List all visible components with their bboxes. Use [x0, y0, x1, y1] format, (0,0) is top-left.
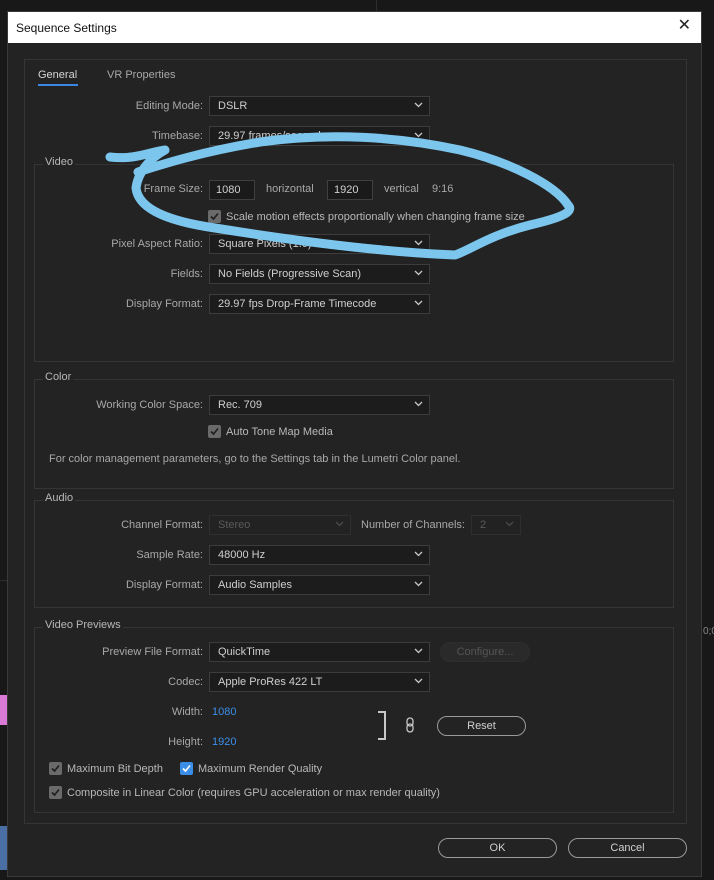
timebase-label: Timebase:: [152, 130, 203, 142]
ok-button[interactable]: OK: [438, 838, 557, 858]
number-of-channels-value: 2: [480, 519, 487, 531]
working-color-space-label: Working Color Space:: [96, 399, 203, 411]
title-bar: Sequence Settings ✕: [8, 12, 701, 43]
frame-width-value: 1080: [216, 184, 241, 196]
chevron-down-icon: [414, 549, 423, 558]
scale-motion-checkbox[interactable]: [208, 210, 221, 223]
timeline-clip: [0, 826, 7, 870]
preview-file-format-value: QuickTime: [218, 646, 271, 658]
sequence-settings-dialog: Sequence Settings ✕ General VR Propertie…: [7, 11, 702, 877]
reset-button[interactable]: Reset: [437, 716, 526, 736]
timeline-clip: [0, 695, 7, 725]
composite-linear-checkbox[interactable]: [49, 786, 62, 799]
audio-group-title: Audio: [43, 492, 76, 504]
audio-display-format-dropdown[interactable]: Audio Samples: [209, 575, 430, 595]
pixel-aspect-ratio-value: Square Pixels (1.0): [218, 238, 312, 250]
cancel-button[interactable]: Cancel: [568, 838, 687, 858]
chevron-down-icon: [414, 130, 423, 139]
max-bit-depth-checkbox[interactable]: [49, 762, 62, 775]
sample-rate-value: 48000 Hz: [218, 549, 266, 561]
link-icon[interactable]: [405, 717, 415, 736]
backdrop-divider: [0, 580, 7, 581]
auto-tone-map-label[interactable]: Auto Tone Map Media: [226, 426, 333, 438]
video-group: Video Frame Size: 1080 horizontal 1920 v…: [34, 156, 674, 362]
fields-label: Fields:: [170, 268, 203, 280]
timebase-value: 29.97 frames/second: [218, 130, 321, 142]
max-render-quality-label[interactable]: Maximum Render Quality: [198, 763, 322, 775]
color-group: Color Working Color Space: Rec. 709 Auto…: [34, 371, 674, 489]
chevron-down-icon: [335, 519, 344, 528]
chevron-down-icon: [414, 238, 423, 247]
audio-group: Audio Channel Format: Stereo Number of C…: [34, 492, 674, 608]
frame-size-label: Frame Size:: [143, 183, 203, 195]
chevron-down-icon: [414, 100, 423, 109]
channel-format-label: Channel Format:: [121, 519, 203, 531]
fields-dropdown[interactable]: No Fields (Progressive Scan): [209, 264, 430, 284]
video-group-title: Video: [43, 156, 75, 168]
sample-rate-label: Sample Rate:: [136, 549, 203, 561]
chevron-down-icon: [414, 676, 423, 685]
audio-display-format-value: Audio Samples: [218, 579, 292, 591]
working-color-space-dropdown[interactable]: Rec. 709: [209, 395, 430, 415]
color-management-note: For color management parameters, go to t…: [49, 453, 461, 465]
number-of-channels-label: Number of Channels:: [361, 519, 465, 531]
preview-width-value[interactable]: 1080: [212, 706, 236, 718]
fields-value: No Fields (Progressive Scan): [218, 268, 362, 280]
backdrop-divider: [376, 0, 377, 11]
video-previews-group: Video Previews Preview File Format: Quic…: [34, 619, 674, 813]
video-display-format-value: 29.97 fps Drop-Frame Timecode: [218, 298, 377, 310]
chevron-down-icon: [414, 298, 423, 307]
link-bracket: [378, 711, 386, 740]
editing-mode-value: DSLR: [218, 100, 248, 112]
editing-mode-label: Editing Mode:: [135, 100, 203, 112]
timebase-dropdown[interactable]: 29.97 frames/second: [209, 126, 430, 146]
channel-format-dropdown[interactable]: Stereo: [209, 515, 351, 535]
preview-height-label: Height:: [168, 736, 203, 748]
horizontal-label: horizontal: [266, 183, 314, 195]
codec-dropdown[interactable]: Apple ProRes 422 LT: [209, 672, 430, 692]
backdrop-timecode: 0;0: [703, 626, 714, 637]
chevron-down-icon: [414, 268, 423, 277]
color-group-title: Color: [43, 371, 74, 383]
max-render-quality-checkbox[interactable]: [180, 762, 193, 775]
active-tab-indicator: [38, 84, 78, 86]
chevron-down-icon: [414, 399, 423, 408]
preview-file-format-dropdown[interactable]: QuickTime: [209, 642, 430, 662]
composite-linear-label[interactable]: Composite in Linear Color (requires GPU …: [67, 787, 440, 799]
scale-motion-label[interactable]: Scale motion effects proportionally when…: [226, 211, 525, 223]
pixel-aspect-ratio-dropdown[interactable]: Square Pixels (1.0): [209, 234, 430, 254]
editing-mode-dropdown[interactable]: DSLR: [209, 96, 430, 116]
frame-height-value: 1920: [334, 184, 359, 196]
number-of-channels-dropdown[interactable]: 2: [471, 515, 521, 535]
frame-width-input[interactable]: 1080: [209, 180, 255, 200]
tab-vr-properties[interactable]: VR Properties: [107, 69, 175, 81]
frame-height-input[interactable]: 1920: [327, 180, 373, 200]
preview-width-label: Width:: [171, 706, 203, 718]
max-bit-depth-label[interactable]: Maximum Bit Depth: [67, 763, 163, 775]
tab-general[interactable]: General: [38, 69, 77, 81]
video-previews-group-title: Video Previews: [43, 619, 123, 631]
sample-rate-dropdown[interactable]: 48000 Hz: [209, 545, 430, 565]
codec-label: Codec:: [168, 676, 203, 688]
video-display-format-label: Display Format:: [125, 298, 203, 310]
audio-display-format-label: Display Format:: [125, 579, 203, 591]
vertical-label: vertical: [384, 183, 419, 195]
working-color-space-value: Rec. 709: [218, 399, 263, 411]
settings-panel: General VR Properties Editing Mode: DSLR…: [24, 59, 687, 824]
preview-height-value[interactable]: 1920: [212, 736, 236, 748]
pixel-aspect-ratio-label: Pixel Aspect Ratio:: [111, 238, 203, 250]
channel-format-value: Stereo: [218, 519, 251, 531]
configure-button[interactable]: Configure...: [440, 642, 530, 662]
dialog-title: Sequence Settings: [16, 21, 117, 35]
chevron-down-icon: [414, 646, 423, 655]
aspect-ratio-readout: 9:16: [432, 183, 454, 195]
preview-file-format-label: Preview File Format:: [102, 646, 203, 658]
video-display-format-dropdown[interactable]: 29.97 fps Drop-Frame Timecode: [209, 294, 430, 314]
chevron-down-icon: [414, 579, 423, 588]
chevron-down-icon: [505, 519, 514, 528]
auto-tone-map-checkbox[interactable]: [208, 425, 221, 438]
codec-value: Apple ProRes 422 LT: [218, 676, 323, 688]
close-icon[interactable]: ✕: [678, 17, 691, 35]
